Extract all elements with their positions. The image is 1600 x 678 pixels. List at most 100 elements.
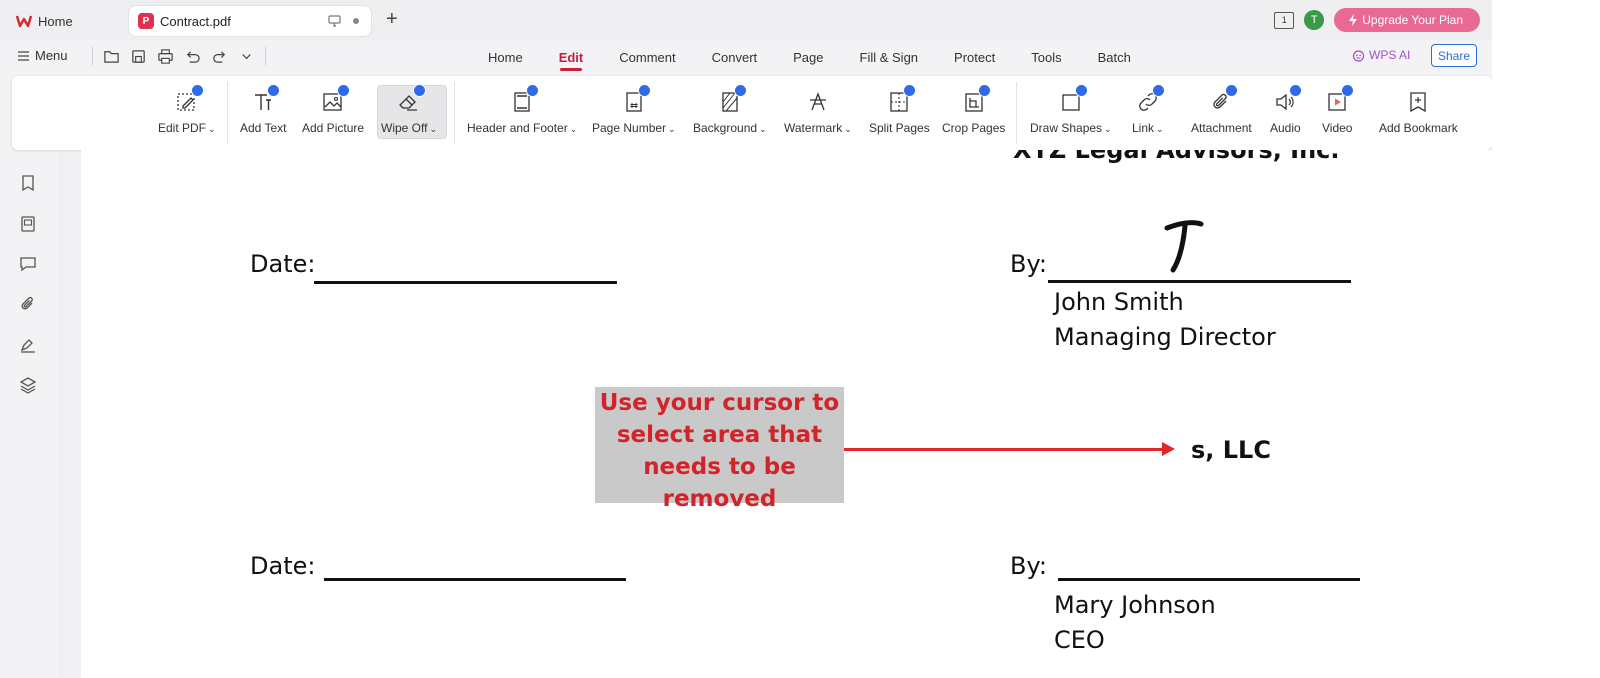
- by-label-2: By:: [1010, 552, 1048, 580]
- page-indicator[interactable]: 1: [1274, 11, 1295, 29]
- divider: [92, 47, 93, 65]
- wps-logo-icon: [16, 15, 32, 28]
- attachment-button[interactable]: Attachment: [1191, 76, 1252, 150]
- audio-label: Audio: [1270, 121, 1301, 135]
- menu-bar: Menu Home Edit Comment Convert Page Fill…: [0, 40, 1492, 74]
- signature-icon[interactable]: [19, 336, 37, 354]
- redo-icon[interactable]: [211, 48, 228, 65]
- split-pages-button[interactable]: Split Pages: [869, 76, 930, 150]
- date-line-2: [324, 578, 626, 581]
- menu-button[interactable]: Menu: [18, 48, 68, 63]
- add-bookmark-icon: [1410, 92, 1426, 113]
- header-footer-label: Header and Footer: [467, 121, 568, 135]
- wipe-off-label: Wipe Off: [381, 121, 428, 135]
- tab-edit[interactable]: Edit: [541, 40, 602, 74]
- print-icon[interactable]: [157, 48, 174, 65]
- tab-home-menu[interactable]: Home: [470, 40, 541, 74]
- add-picture-button[interactable]: Add Picture: [302, 76, 364, 150]
- signer-1-name: John Smith: [1054, 288, 1184, 316]
- link-label: Link: [1132, 121, 1155, 135]
- tab-convert[interactable]: Convert: [694, 40, 776, 74]
- bookmark-icon[interactable]: [19, 174, 37, 192]
- ai-badge-icon: [977, 84, 991, 97]
- unsaved-dot-icon[interactable]: [353, 18, 359, 24]
- draw-shapes-label: Draw Shapes: [1030, 121, 1103, 135]
- share-button[interactable]: Share: [1431, 44, 1477, 67]
- signature-line-2: [1058, 578, 1360, 581]
- attachment-icon[interactable]: [19, 295, 37, 313]
- ai-badge-icon: [190, 84, 204, 97]
- dropdown-caret-icon: ⌄: [569, 124, 578, 134]
- ai-badge-icon: [526, 84, 540, 97]
- layers-icon[interactable]: [19, 376, 37, 394]
- main-nav: Home Edit Comment Convert Page Fill & Si…: [470, 40, 1149, 74]
- wps-ai-button[interactable]: WPS AI: [1352, 48, 1410, 62]
- tab-page[interactable]: Page: [775, 40, 841, 74]
- dropdown-caret-icon: ⌄: [759, 124, 767, 134]
- dropdown-caret-icon: ⌄: [429, 124, 438, 134]
- new-tab-button[interactable]: +: [386, 8, 398, 31]
- tab-bar: Home P Contract.pdf + 1 T Upgrade Your P…: [0, 0, 1492, 40]
- header-footer-button[interactable]: Header and Footer ⌄: [467, 76, 577, 150]
- audio-button[interactable]: Audio: [1270, 76, 1303, 150]
- crop-pages-button[interactable]: Crop Pages: [942, 76, 1005, 150]
- divider: [227, 82, 228, 144]
- watermark-label: Watermark: [784, 121, 843, 135]
- comment-icon[interactable]: [19, 255, 37, 273]
- handwritten-signature: [1164, 220, 1204, 273]
- add-picture-label: Add Picture: [302, 121, 365, 135]
- tab-doc-label: Contract.pdf: [160, 13, 231, 29]
- ai-icon: [1352, 49, 1365, 62]
- wps-ai-label: WPS AI: [1369, 48, 1411, 62]
- tab-batch[interactable]: Batch: [1080, 40, 1149, 74]
- video-label: Video: [1322, 121, 1353, 135]
- edit-pdf-button[interactable]: Edit PDF ⌄: [158, 76, 216, 150]
- dropdown-caret-icon: ⌄: [668, 124, 676, 134]
- ai-badge-icon: [337, 84, 351, 97]
- tab-fill-sign[interactable]: Fill & Sign: [842, 40, 937, 74]
- tab-home[interactable]: Home: [8, 6, 124, 36]
- pdf-file-icon: P: [138, 13, 154, 29]
- watermark-button[interactable]: Watermark ⌄: [784, 76, 852, 150]
- tab-protect[interactable]: Protect: [936, 40, 1013, 74]
- add-bookmark-button[interactable]: Add Bookmark: [1379, 76, 1458, 150]
- tab-contract-pdf[interactable]: P Contract.pdf: [128, 5, 372, 37]
- background-button[interactable]: Background ⌄: [693, 76, 767, 150]
- video-button[interactable]: Video: [1322, 76, 1355, 150]
- upgrade-plan-button[interactable]: Upgrade Your Plan: [1334, 8, 1480, 32]
- tab-tools[interactable]: Tools: [1013, 40, 1079, 74]
- add-text-button[interactable]: Add Text: [240, 76, 286, 150]
- pdf-page[interactable]: XYZ Legal Advisors, Inc. Date: By: John …: [81, 150, 1492, 678]
- instruction-callout: Use your cursor to select area that need…: [595, 387, 844, 512]
- company-name-fragment: s, LLC: [1191, 436, 1271, 464]
- edit-ribbon: Edit PDF ⌄ Add Text Add Picture Wipe Off ⌄…: [12, 76, 1492, 150]
- divider: [1016, 82, 1017, 144]
- avatar[interactable]: T: [1304, 10, 1325, 30]
- draw-shapes-button[interactable]: Draw Shapes ⌄: [1030, 76, 1112, 150]
- ai-badge-icon: [637, 84, 651, 97]
- page-number-button[interactable]: Page Number ⌄: [592, 76, 676, 150]
- add-text-label: Add Text: [240, 121, 287, 135]
- chevron-down-icon[interactable]: [238, 48, 255, 65]
- save-icon[interactable]: [130, 48, 147, 65]
- signature-line-1: [1048, 280, 1351, 283]
- upgrade-plan-label: Upgrade Your Plan: [1362, 13, 1463, 27]
- date-label-1: Date:: [250, 250, 316, 278]
- split-pages-label: Split Pages: [869, 121, 930, 135]
- monitor-icon[interactable]: [328, 15, 341, 27]
- wipe-off-button[interactable]: Wipe Off ⌄: [377, 76, 447, 150]
- link-button[interactable]: Link ⌄: [1132, 76, 1165, 150]
- dropdown-caret-icon: ⌄: [1104, 124, 1112, 134]
- divider: [265, 47, 266, 65]
- date-line-1: [314, 281, 617, 284]
- open-folder-icon[interactable]: [103, 48, 120, 65]
- page-number-label: Page Number: [592, 121, 667, 135]
- ai-badge-icon: [1289, 84, 1303, 97]
- ai-badge-icon: [1225, 84, 1239, 97]
- ai-badge-icon: [1074, 84, 1088, 97]
- thumbnail-icon[interactable]: [19, 215, 37, 233]
- undo-icon[interactable]: [184, 48, 201, 65]
- arrowhead-icon: [1162, 442, 1175, 456]
- tab-comment[interactable]: Comment: [601, 40, 693, 74]
- top-right-controls: 1 T Upgrade Your Plan: [1274, 8, 1492, 32]
